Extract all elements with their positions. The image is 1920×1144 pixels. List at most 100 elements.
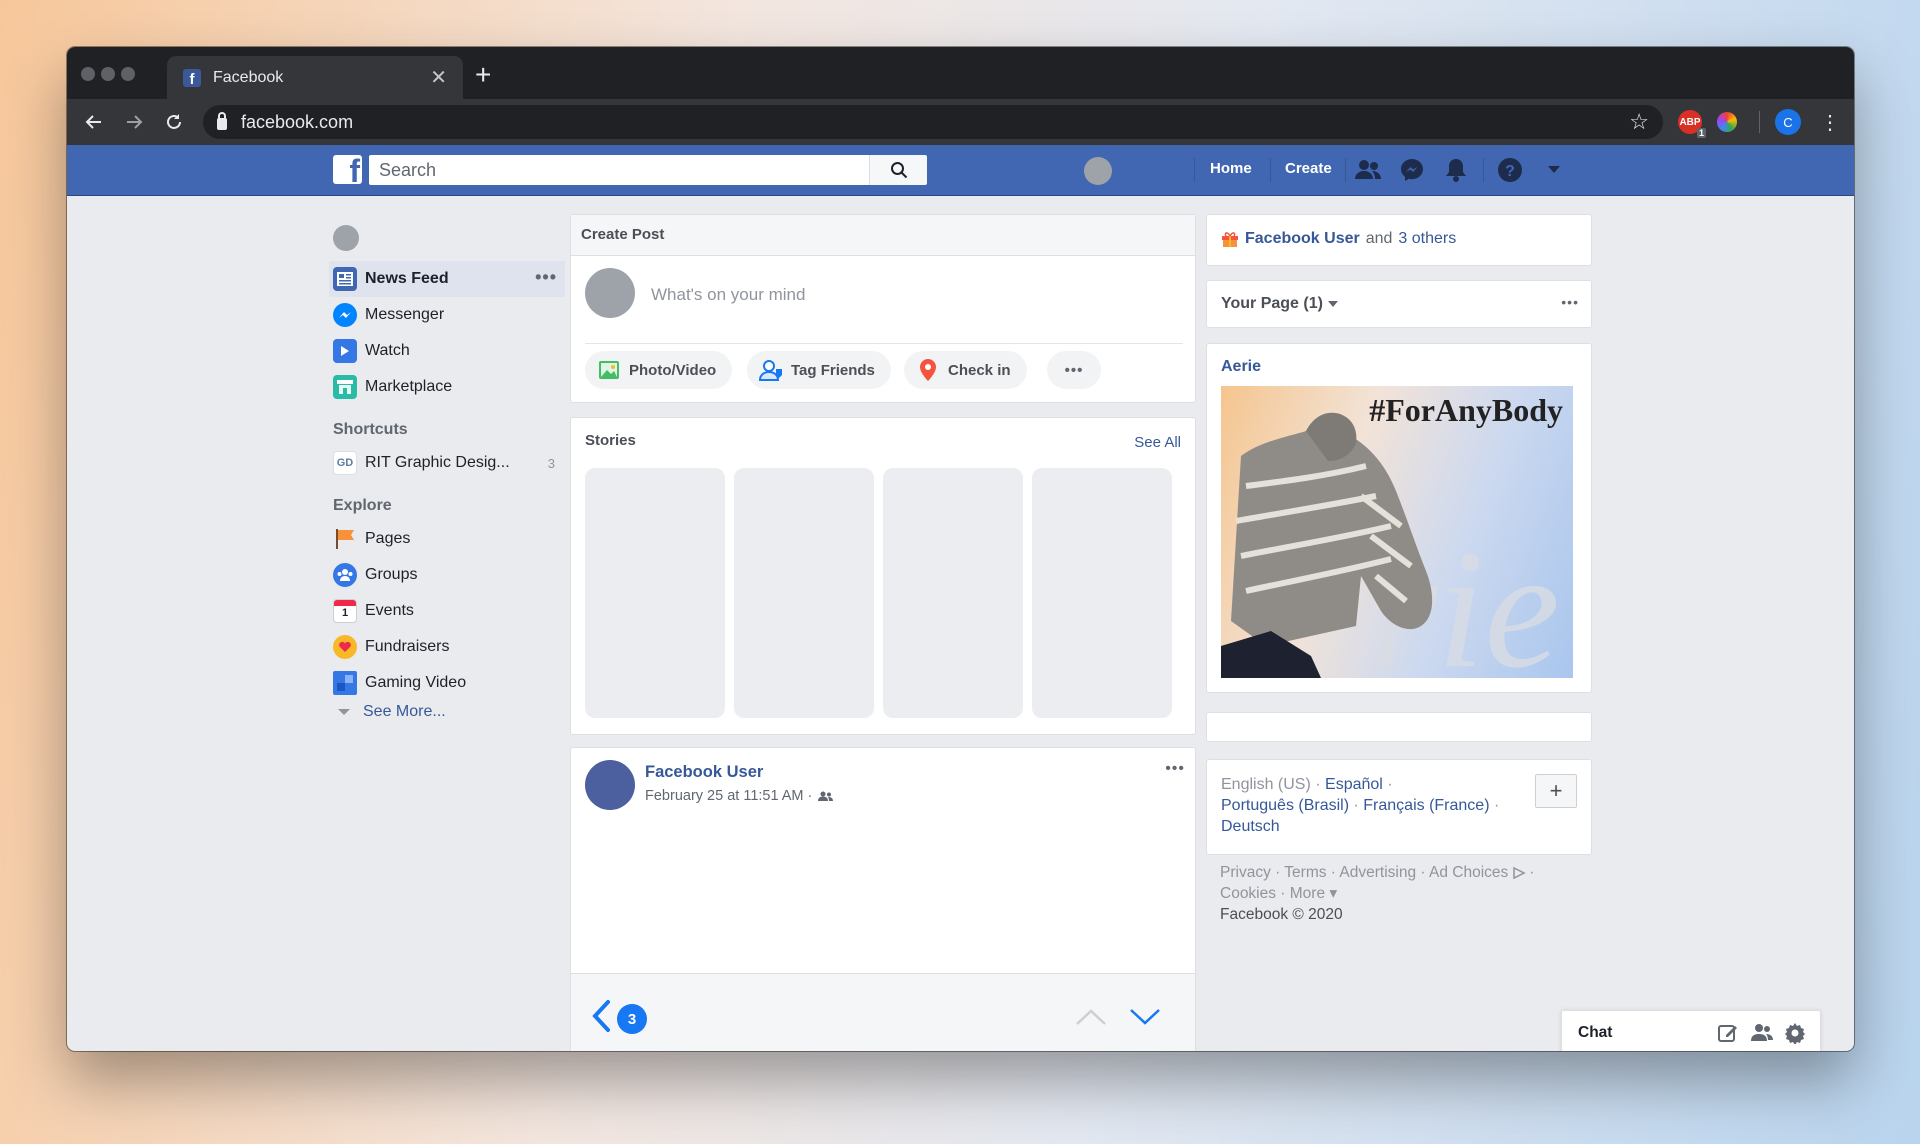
maximize-window-button[interactable] xyxy=(121,67,135,81)
ad-advertiser-link[interactable]: Aerie xyxy=(1221,358,1261,376)
sidebar-item-fundraisers[interactable]: Fundraisers xyxy=(329,629,565,665)
browser-window: f Facebook ✕ + facebook.com ☆ ABP 1 C ⋮ xyxy=(67,47,1854,1051)
check-in-label: Check in xyxy=(948,361,1011,379)
close-tab-icon[interactable]: ✕ xyxy=(430,65,447,90)
sidebar-item-marketplace[interactable]: Marketplace xyxy=(329,369,565,405)
post-carousel-footer: 3 xyxy=(571,973,1195,1051)
scroll-down-chevron-icon[interactable] xyxy=(1129,1008,1161,1031)
help-icon[interactable]: ? xyxy=(1495,155,1525,185)
more-actions-button[interactable]: ••• xyxy=(1047,351,1101,389)
composer-avatar xyxy=(585,268,635,318)
adblock-icon[interactable]: ABP 1 xyxy=(1678,110,1706,138)
sidebar-item-label: Pages xyxy=(365,530,411,547)
reload-button[interactable] xyxy=(159,107,189,137)
chat-settings-gear-icon[interactable] xyxy=(1784,1022,1806,1044)
profile-avatar-nav[interactable] xyxy=(1084,157,1112,185)
ad-image[interactable]: #ForAnyBody rie xyxy=(1221,386,1573,678)
photo-video-button[interactable]: Photo/Video xyxy=(585,351,733,389)
adblock-badge: 1 xyxy=(1696,128,1706,138)
fundraisers-icon xyxy=(333,635,357,659)
sidebar-item-events[interactable]: 1 Events xyxy=(329,593,565,629)
birthday-person-link[interactable]: Facebook User xyxy=(1245,230,1360,248)
add-language-plus-icon[interactable]: + xyxy=(1535,774,1577,808)
groups-icon xyxy=(333,563,357,587)
language-list: English (US) · Español · Português (Bras… xyxy=(1221,776,1500,835)
footer-policy-links[interactable]: Privacy · Terms · Advertising · Ad Choic… xyxy=(1220,862,1508,883)
sidebar-item-gaming-video[interactable]: Gaming Video xyxy=(329,665,565,701)
language-option-espanol[interactable]: Español xyxy=(1325,776,1383,793)
tag-friends-button[interactable]: Tag Friends xyxy=(747,351,891,389)
create-link[interactable]: Create xyxy=(1285,160,1332,177)
scroll-up-chevron-icon[interactable] xyxy=(1075,1008,1107,1031)
birthday-others-link[interactable]: 3 others xyxy=(1398,230,1456,248)
close-window-button[interactable] xyxy=(81,67,95,81)
address-bar[interactable]: facebook.com ☆ xyxy=(203,105,1663,139)
language-option-deutsch[interactable]: Deutsch xyxy=(1221,818,1280,835)
nav-divider xyxy=(1483,158,1484,182)
location-pin-icon xyxy=(916,358,940,382)
post-options-icon[interactable]: ••• xyxy=(1165,760,1185,778)
chevron-down-icon xyxy=(1327,301,1338,307)
sidebar-item-label: Marketplace xyxy=(365,378,453,395)
story-card[interactable] xyxy=(734,468,874,718)
profile-avatar-small[interactable] xyxy=(333,225,359,251)
footer-line-2[interactable]: Cookies · More ▾ xyxy=(1220,883,1534,904)
post-meta: February 25 at 11:51 AM · xyxy=(645,788,834,804)
toolbar-divider xyxy=(1759,111,1760,133)
language-option-francais[interactable]: Français (France) xyxy=(1363,797,1489,814)
composer-input[interactable]: What's on your mind xyxy=(651,285,805,305)
sidebar-item-watch[interactable]: Watch xyxy=(329,333,565,369)
post-author-name[interactable]: Facebook User xyxy=(645,763,763,782)
search-button[interactable] xyxy=(869,155,927,185)
sidebar-item-messenger[interactable]: Messenger xyxy=(329,297,565,333)
home-link[interactable]: Home xyxy=(1210,160,1252,177)
sidebar-item-news-feed[interactable]: News Feed ••• xyxy=(329,261,565,297)
create-group-icon[interactable] xyxy=(1751,1023,1773,1043)
url-text: facebook.com xyxy=(241,111,354,132)
account-menu-chevron-down-icon[interactable] xyxy=(1539,155,1569,185)
friends-audience-icon xyxy=(818,791,834,801)
sidebar-item-rit-graphic-design[interactable]: GD RIT Graphic Desig... 3 xyxy=(329,445,565,481)
facebook-logo-icon[interactable]: f xyxy=(333,155,362,184)
photo-video-label: Photo/Video xyxy=(629,361,717,379)
post-timestamp[interactable]: February 25 at 11:51 AM · xyxy=(645,788,812,804)
minimize-window-button[interactable] xyxy=(101,67,115,81)
search-icon xyxy=(890,162,907,179)
new-message-compose-icon[interactable] xyxy=(1717,1022,1739,1044)
friend-requests-icon[interactable] xyxy=(1353,155,1383,185)
adblock-label: ABP xyxy=(1679,116,1701,128)
notifications-bell-icon[interactable] xyxy=(1441,155,1471,185)
profile-avatar[interactable]: C xyxy=(1775,109,1801,135)
post-author-avatar[interactable] xyxy=(585,760,635,810)
svg-text:?: ? xyxy=(1505,163,1515,180)
see-more-link[interactable]: See More... xyxy=(329,703,565,721)
color-wheel-icon[interactable] xyxy=(1717,112,1737,132)
back-button[interactable] xyxy=(79,107,109,137)
browser-menu-icon[interactable]: ⋮ xyxy=(1815,107,1845,137)
previous-chevron-left-icon[interactable] xyxy=(591,999,611,1038)
sidebar-item-groups[interactable]: Groups xyxy=(329,557,565,593)
new-tab-button[interactable]: + xyxy=(475,61,491,89)
forward-button[interactable] xyxy=(119,107,149,137)
messenger-nav-icon[interactable] xyxy=(1397,155,1427,185)
pages-flag-icon xyxy=(333,527,357,551)
browser-tab[interactable]: f Facebook ✕ xyxy=(167,56,463,99)
page-options-icon[interactable]: ••• xyxy=(1561,294,1579,310)
story-card[interactable] xyxy=(585,468,725,718)
story-card[interactable] xyxy=(883,468,1023,718)
sidebar-item-pages[interactable]: Pages xyxy=(329,521,565,557)
search-input[interactable] xyxy=(369,155,925,185)
check-in-button[interactable]: Check in xyxy=(904,351,1027,389)
create-post-header: Create Post xyxy=(571,215,1195,256)
your-page-dropdown[interactable]: Your Page (1) xyxy=(1221,295,1338,313)
tag-friends-icon xyxy=(759,358,783,382)
create-post-card: Create Post What's on your mind Photo/Vi… xyxy=(570,214,1196,403)
bookmark-star-icon[interactable]: ☆ xyxy=(1629,109,1649,135)
more-options-icon[interactable]: ••• xyxy=(535,267,557,288)
chat-bar[interactable]: Chat xyxy=(1561,1010,1821,1051)
language-option-portugues[interactable]: Português (Brasil) xyxy=(1221,797,1349,814)
current-language: English (US) · xyxy=(1221,776,1321,793)
facebook-favicon-icon: f xyxy=(183,68,201,87)
see-all-stories-link[interactable]: See All xyxy=(1134,434,1181,451)
story-card[interactable] xyxy=(1032,468,1172,718)
